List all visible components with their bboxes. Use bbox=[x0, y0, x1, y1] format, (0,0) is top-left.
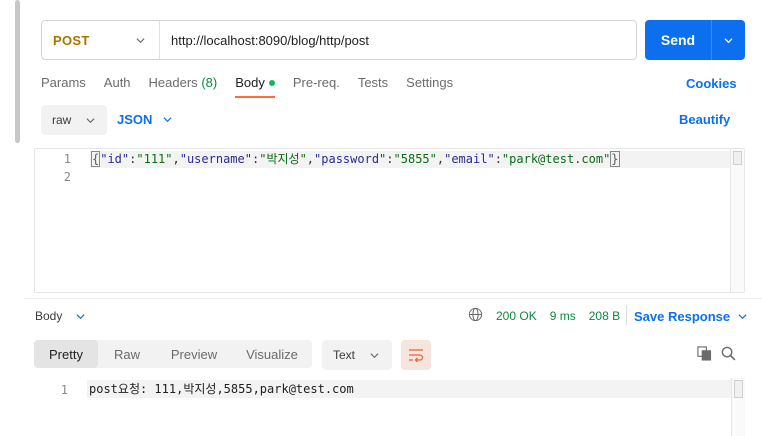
editor-scrollbar[interactable] bbox=[730, 149, 744, 292]
chevron-down-icon bbox=[163, 117, 172, 123]
tab-settings[interactable]: Settings bbox=[406, 75, 453, 98]
chevron-down-icon bbox=[738, 314, 747, 320]
code-token: "email" bbox=[444, 152, 495, 166]
code-token: , bbox=[172, 152, 180, 166]
view-tab-raw[interactable]: Raw bbox=[98, 340, 156, 368]
line-number: 1 bbox=[63, 152, 71, 166]
chevron-down-icon bbox=[136, 37, 145, 43]
beautify-button[interactable]: Beautify bbox=[679, 112, 730, 127]
pane-divider[interactable] bbox=[24, 298, 762, 299]
send-label: Send bbox=[660, 32, 696, 48]
tab-headers-label: Headers bbox=[148, 75, 198, 90]
url-bar: POST http://localhost:8090/blog/http/pos… bbox=[41, 20, 637, 60]
response-status: 200 OK 9 ms 208 B bbox=[496, 309, 633, 323]
response-section-dropdown[interactable]: Body bbox=[35, 309, 85, 323]
code-line: {"id":"111","username":"박지성","password":… bbox=[90, 151, 744, 168]
editor-scroll-thumb[interactable] bbox=[733, 151, 742, 165]
chevron-down-icon bbox=[86, 117, 95, 123]
method-label: POST bbox=[53, 32, 90, 48]
request-body-editor[interactable]: 1 2 {"id":"111","username":"박지성","passwo… bbox=[34, 148, 745, 293]
tab-body-label: Body bbox=[235, 75, 265, 90]
search-icon[interactable] bbox=[721, 346, 736, 361]
response-format-dropdown[interactable]: Text bbox=[322, 340, 392, 370]
response-view-tabs: Pretty Raw Preview Visualize bbox=[34, 340, 312, 368]
tab-tests[interactable]: Tests bbox=[358, 75, 388, 98]
response-line: post요청: 111,박지성,5855,park@test.com bbox=[87, 380, 731, 398]
code-token: , bbox=[306, 152, 315, 166]
response-size[interactable]: 208 B bbox=[589, 309, 620, 323]
code-token: : bbox=[494, 152, 502, 166]
wrap-lines-button[interactable] bbox=[401, 340, 431, 370]
response-scroll-thumb[interactable] bbox=[734, 380, 743, 398]
tab-headers[interactable]: Headers (8) bbox=[149, 75, 218, 98]
code-token: "id" bbox=[100, 152, 130, 166]
view-tab-pretty[interactable]: Pretty bbox=[34, 340, 98, 368]
save-response-label: Save Response bbox=[634, 309, 731, 324]
code-token: { bbox=[91, 151, 101, 167]
view-tab-preview[interactable]: Preview bbox=[156, 340, 232, 368]
save-response-button[interactable]: Save Response bbox=[634, 309, 747, 324]
send-button[interactable]: Send bbox=[645, 20, 745, 60]
code-token: : bbox=[386, 152, 394, 166]
response-format-label: Text bbox=[333, 348, 356, 362]
copy-icon[interactable] bbox=[697, 346, 712, 361]
code-token: "username" bbox=[179, 152, 252, 166]
body-mode-dropdown[interactable]: raw bbox=[41, 105, 107, 135]
code-token: "박지성" bbox=[259, 152, 307, 166]
code-token: } bbox=[610, 151, 620, 167]
line-number: 1 bbox=[60, 383, 68, 397]
method-select[interactable]: POST bbox=[42, 21, 160, 59]
body-language-label: JSON bbox=[117, 112, 153, 127]
tab-auth[interactable]: Auth bbox=[104, 75, 131, 98]
url-input[interactable]: http://localhost:8090/blog/http/post bbox=[160, 33, 369, 48]
headers-count: (8) bbox=[201, 75, 218, 90]
response-scrollbar[interactable] bbox=[731, 378, 745, 436]
line-number: 2 bbox=[63, 170, 71, 184]
globe-icon[interactable] bbox=[468, 307, 483, 322]
send-options-dropdown[interactable] bbox=[712, 36, 745, 45]
response-section-label: Body bbox=[35, 309, 63, 323]
body-indicator-dot bbox=[268, 79, 275, 86]
chevron-down-icon bbox=[370, 352, 379, 358]
cookies-link[interactable]: Cookies bbox=[686, 76, 737, 91]
tab-params[interactable]: Params bbox=[41, 75, 86, 98]
body-language-dropdown[interactable]: JSON bbox=[117, 112, 172, 127]
wrap-lines-icon bbox=[409, 349, 424, 362]
response-time[interactable]: 9 ms bbox=[550, 309, 576, 323]
page-scrollbar[interactable] bbox=[15, 0, 20, 143]
status-code[interactable]: 200 OK bbox=[496, 309, 537, 323]
chevron-down-icon bbox=[76, 313, 85, 319]
tab-prereq[interactable]: Pre-req. bbox=[293, 75, 340, 98]
chevron-down-icon bbox=[724, 37, 733, 43]
code-token: "password" bbox=[314, 152, 387, 166]
divider bbox=[626, 305, 627, 325]
code-token: "park@test.com" bbox=[501, 152, 611, 166]
tab-body[interactable]: Body bbox=[235, 75, 275, 98]
request-tabs: Params Auth Headers (8) Body Pre-req. Te… bbox=[41, 75, 471, 98]
response-body-viewer[interactable]: 1 post요청: 111,박지성,5855,park@test.com bbox=[34, 378, 745, 436]
code-token: "5855" bbox=[393, 152, 437, 166]
code-token: "111" bbox=[136, 152, 173, 166]
view-tab-visualize[interactable]: Visualize bbox=[232, 340, 312, 368]
body-mode-label: raw bbox=[52, 113, 72, 127]
